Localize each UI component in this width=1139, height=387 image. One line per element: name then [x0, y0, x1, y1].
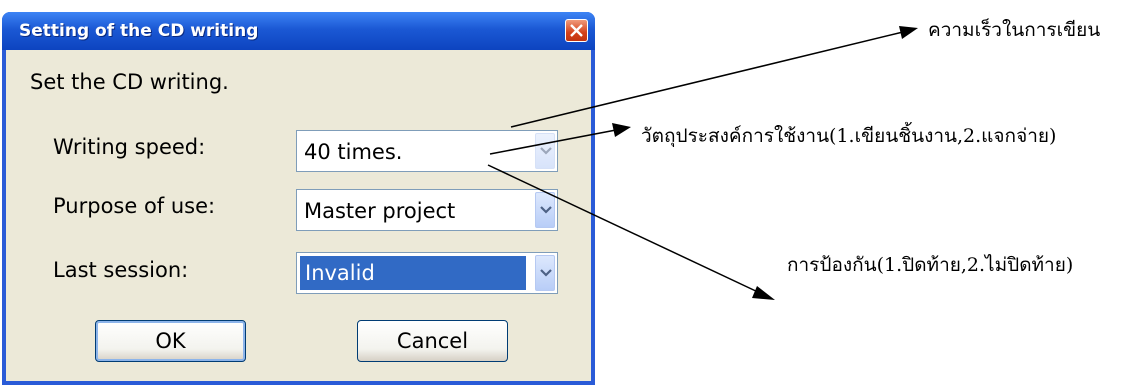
arrow-purpose-of-use [489, 129, 617, 155]
arrow-writing-speed-head [899, 26, 918, 39]
annotation-writing-speed: ความเร็วในการเขียน [928, 19, 1101, 41]
arrow-purpose-of-use-head [612, 123, 631, 137]
arrow-last-session [487, 164, 761, 294]
annotation-last-session: การป้องกัน(1.ปิดท้าย,2.ไม่ปิดท้าย) [787, 254, 1074, 276]
arrow-last-session-head [752, 286, 775, 300]
annotation-arrows [487, 26, 918, 300]
annotation-purpose-of-use: วัตถุประสงค์การใช้งาน(1.เขียนชิ้นงาน,2.แ… [641, 125, 1057, 147]
arrow-writing-speed [510, 31, 904, 128]
